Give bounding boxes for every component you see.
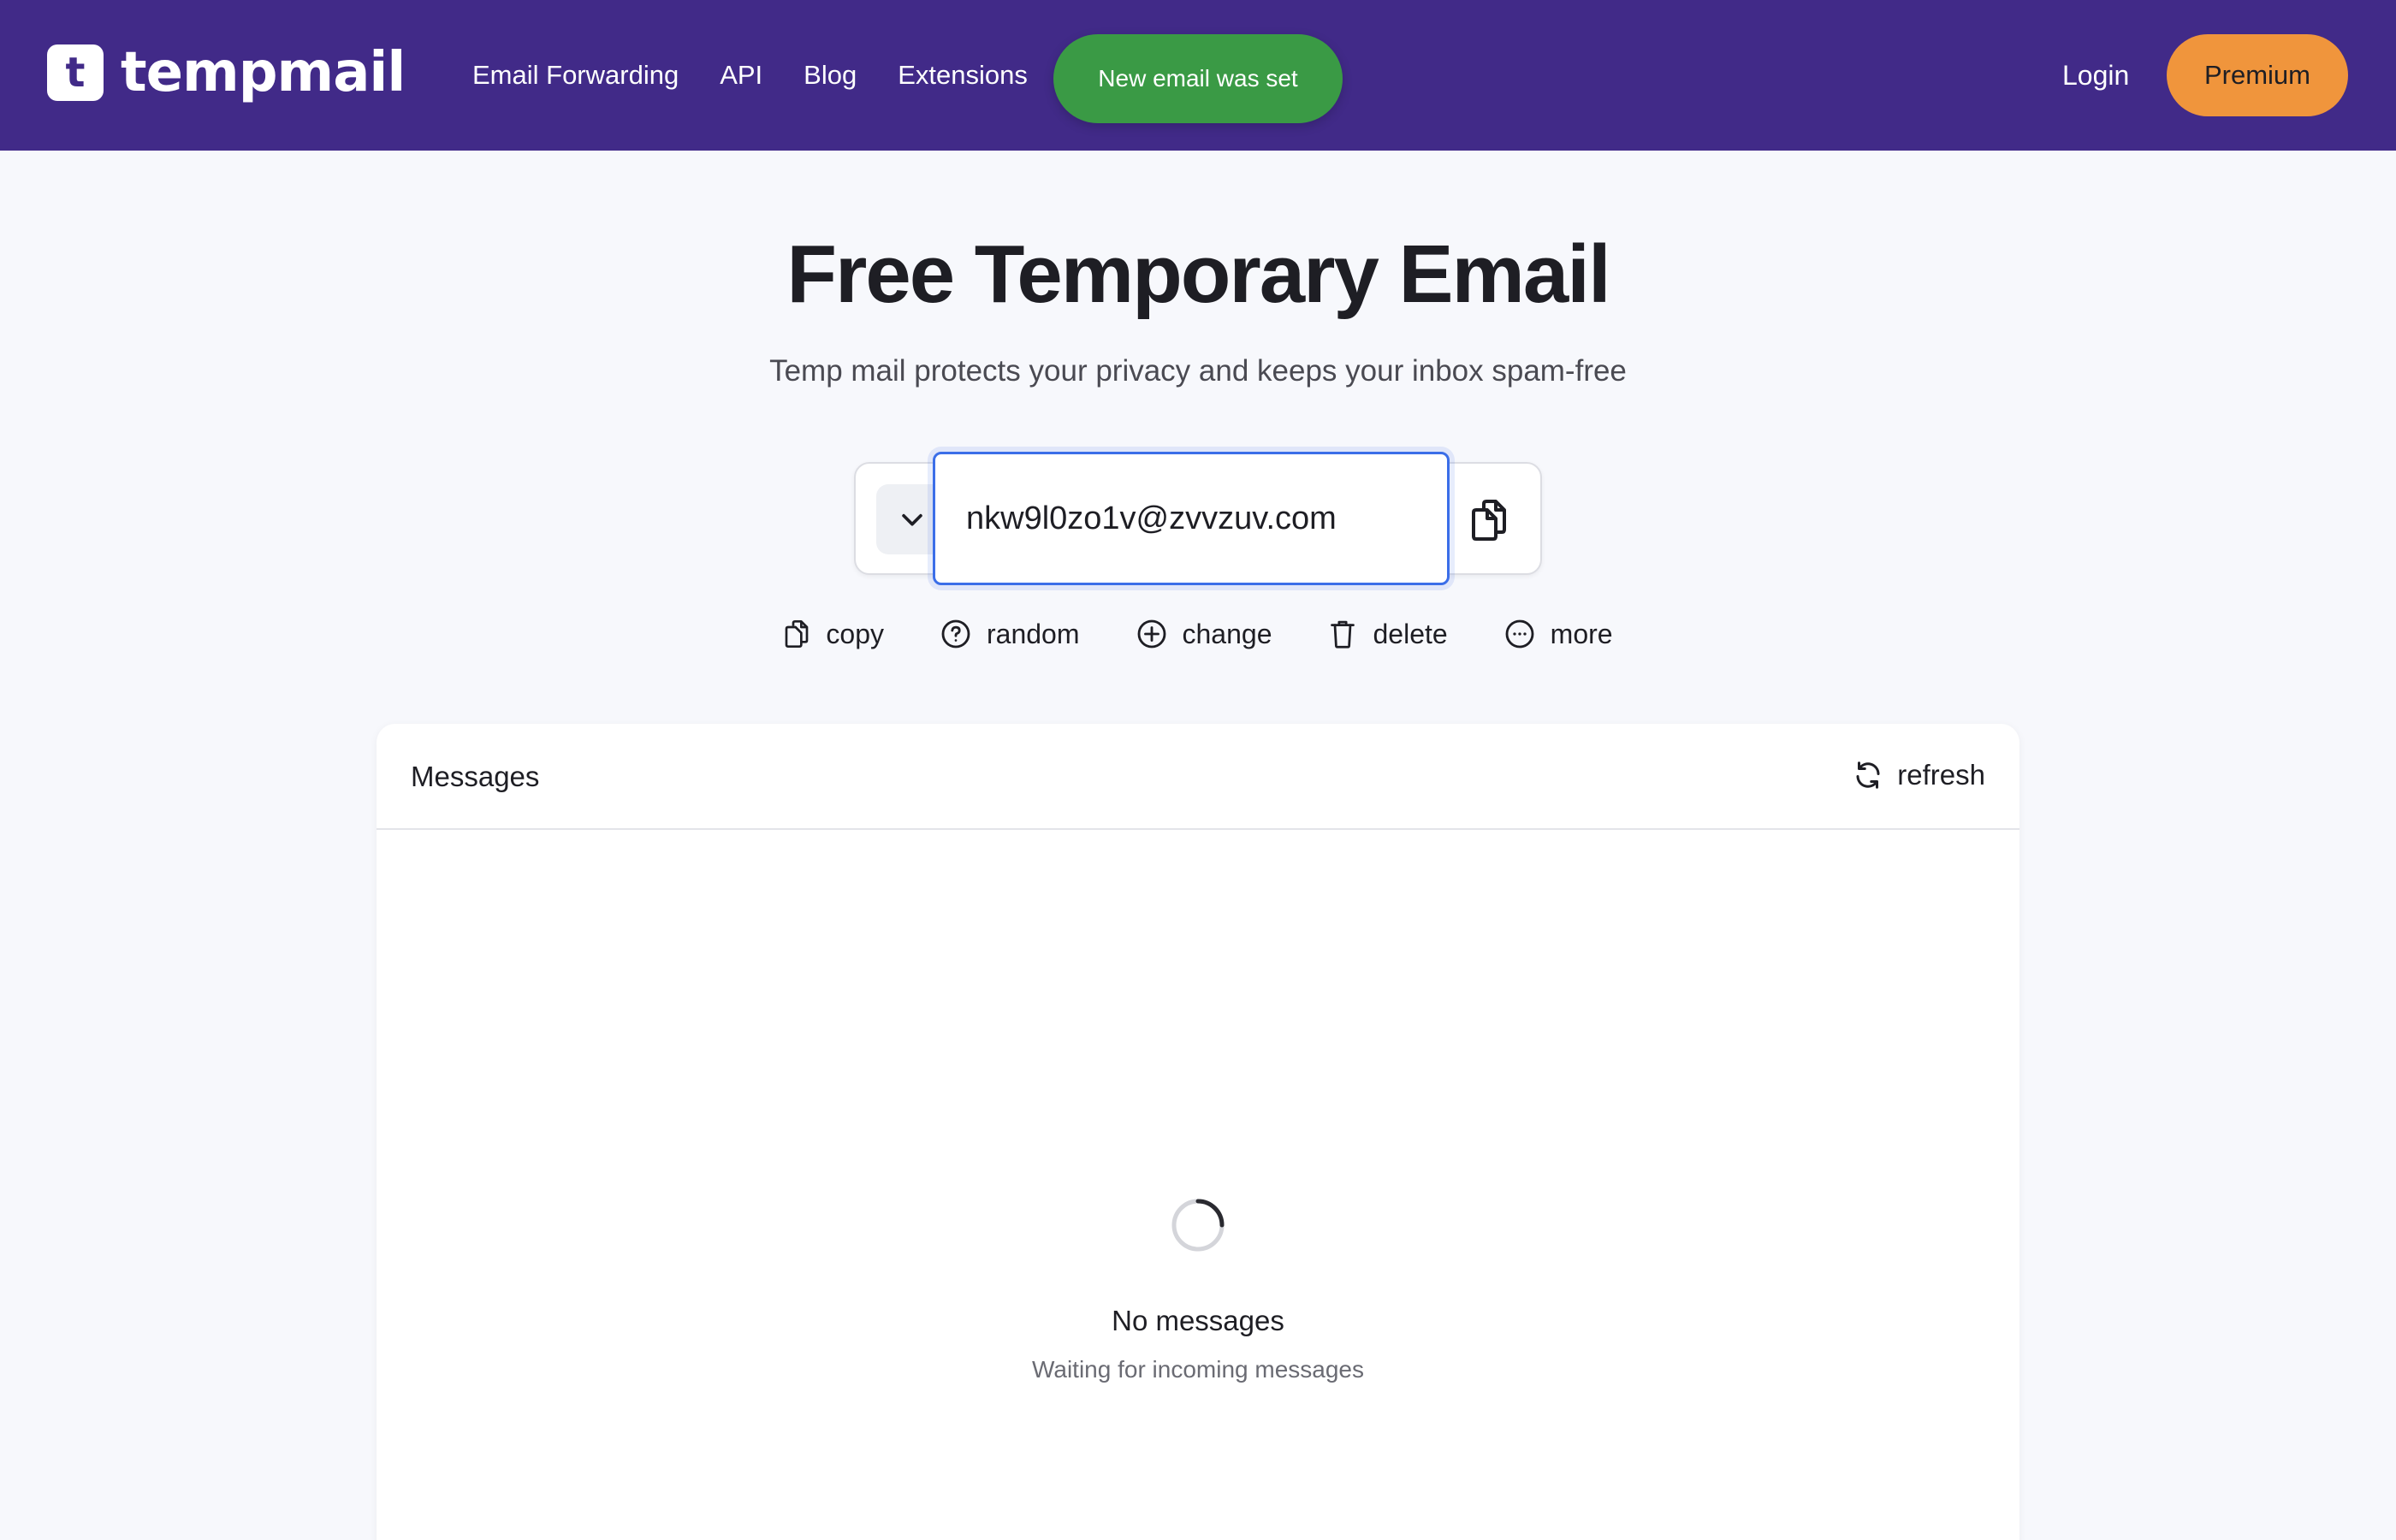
email-actions: copy random change delete more — [0, 614, 2396, 654]
copy-label: copy — [826, 619, 884, 649]
nav-email-forwarding[interactable]: Email Forwarding — [472, 58, 679, 92]
empty-state-title: No messages — [1112, 1305, 1284, 1336]
delete-button[interactable]: delete — [1328, 614, 1448, 654]
email-address-field[interactable] — [933, 452, 1450, 585]
refresh-icon — [1856, 761, 1880, 789]
messages-panel: Messages refresh No messages Waiting for… — [377, 724, 2019, 1540]
more-button[interactable]: more — [1504, 614, 1613, 654]
page-subtitle: Temp mail protects your privacy and keep… — [769, 354, 1627, 388]
random-label: random — [987, 619, 1080, 649]
nav-api[interactable]: API — [720, 58, 762, 92]
refresh-button[interactable]: refresh — [1853, 756, 1985, 794]
plus-circle-icon — [1137, 619, 1165, 649]
nav-extensions[interactable]: Extensions — [898, 58, 1028, 92]
messages-header: Messages refresh — [377, 724, 2019, 830]
loading-spinner-icon — [1171, 1199, 1225, 1252]
copy-button[interactable]: copy — [783, 614, 884, 654]
copy-icon — [1472, 500, 1506, 541]
copy-icon — [786, 619, 809, 648]
premium-button[interactable]: Premium — [2167, 34, 2348, 116]
messages-title: Messages — [411, 761, 540, 792]
top-header: t tempmail Email Forwarding API Blog Ext… — [0, 0, 2396, 151]
logo-text: tempmail — [121, 41, 406, 104]
more-label: more — [1550, 619, 1613, 649]
trash-icon — [1331, 620, 1355, 649]
chevron-down-icon — [902, 513, 922, 526]
toast-notification: New email was set — [1053, 34, 1343, 123]
more-circle-icon — [1505, 619, 1534, 649]
page-title: Free Temporary Email — [786, 228, 1610, 320]
question-circle-icon — [941, 619, 970, 649]
copy-email-button[interactable] — [1456, 491, 1521, 549]
main-nav: Email Forwarding API Blog Extensions — [472, 58, 1028, 92]
refresh-label: refresh — [1897, 759, 1985, 791]
empty-state-subtitle: Waiting for incoming messages — [1031, 1356, 1364, 1383]
nav-blog[interactable]: Blog — [804, 58, 857, 92]
change-button[interactable]: change — [1136, 614, 1272, 654]
logo-icon: t — [47, 44, 104, 101]
logo-link[interactable]: t tempmail — [47, 41, 406, 104]
login-link[interactable]: Login — [2062, 58, 2129, 92]
change-label: change — [1182, 619, 1272, 649]
random-button[interactable]: random — [940, 614, 1080, 654]
delete-label: delete — [1373, 619, 1448, 649]
